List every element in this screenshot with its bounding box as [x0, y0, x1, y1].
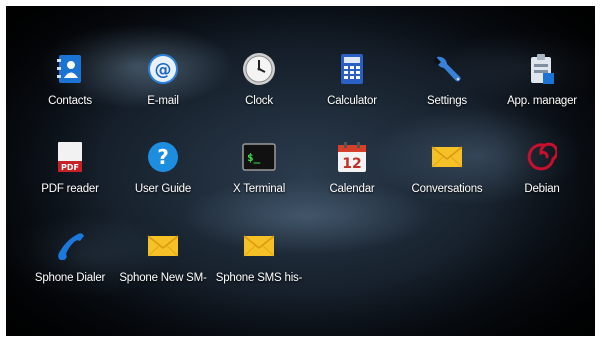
- app-debian[interactable]: Debian: [492, 138, 592, 204]
- calendar-icon: 12: [335, 140, 369, 174]
- app-calendar[interactable]: 12 Calendar: [302, 138, 402, 204]
- app-sphone-dialer[interactable]: Sphone Dialer: [20, 227, 120, 293]
- app-label: Calendar: [329, 183, 375, 195]
- clock-icon: [242, 52, 276, 86]
- app-label: Calculator: [327, 95, 377, 107]
- calendar-day-number: 12: [342, 156, 361, 172]
- phone-handset-icon: [53, 229, 87, 263]
- app-label: Sphone SMS his-: [215, 272, 303, 284]
- envelope-icon: [242, 229, 276, 263]
- app-label: Settings: [427, 95, 467, 107]
- wrench-icon: [430, 52, 464, 86]
- terminal-prompt: $_: [247, 151, 261, 164]
- app-app-manager[interactable]: App. manager: [492, 50, 592, 116]
- clipboard-icon: [525, 52, 559, 86]
- app-label: PDF reader: [41, 183, 99, 195]
- app-user-guide[interactable]: ? User Guide: [113, 138, 213, 204]
- app-label: Sphone New SM-: [119, 272, 207, 284]
- debian-swirl-icon: [525, 140, 559, 174]
- app-sphone-sms-history[interactable]: Sphone SMS his-: [209, 227, 309, 293]
- app-label: Conversations: [411, 183, 483, 195]
- calculator-icon: [335, 52, 369, 86]
- app-email[interactable]: @ E-mail: [113, 50, 213, 116]
- app-launcher-screen: Contacts @ E-mail Clock Calculator Setti…: [6, 6, 595, 336]
- app-label: App. manager: [507, 95, 577, 107]
- app-sphone-new-sms[interactable]: Sphone New SM-: [113, 227, 213, 293]
- app-label: Sphone Dialer: [34, 272, 106, 284]
- app-label: Debian: [524, 183, 560, 195]
- app-pdf-reader[interactable]: PDF PDF reader: [20, 138, 120, 204]
- email-icon: @: [146, 52, 180, 86]
- app-label: E-mail: [147, 95, 179, 107]
- app-conversations[interactable]: Conversations: [397, 138, 497, 204]
- envelope-icon: [430, 140, 464, 174]
- svg-text:@: @: [155, 60, 172, 80]
- pdf-icon: PDF: [53, 140, 87, 174]
- help-glyph: ?: [157, 145, 169, 169]
- app-settings[interactable]: Settings: [397, 50, 497, 116]
- app-x-terminal[interactable]: $_ X Terminal: [209, 138, 309, 204]
- pdf-badge-text: PDF: [61, 163, 79, 172]
- terminal-icon: $_: [242, 140, 276, 174]
- contacts-icon: [53, 52, 87, 86]
- app-label: Contacts: [48, 95, 92, 107]
- app-label: Clock: [245, 95, 273, 107]
- app-contacts[interactable]: Contacts: [20, 50, 120, 116]
- app-clock[interactable]: Clock: [209, 50, 309, 116]
- app-label: X Terminal: [232, 183, 286, 195]
- app-label: User Guide: [134, 183, 192, 195]
- app-calculator[interactable]: Calculator: [302, 50, 402, 116]
- help-icon: ?: [146, 140, 180, 174]
- envelope-icon: [146, 229, 180, 263]
